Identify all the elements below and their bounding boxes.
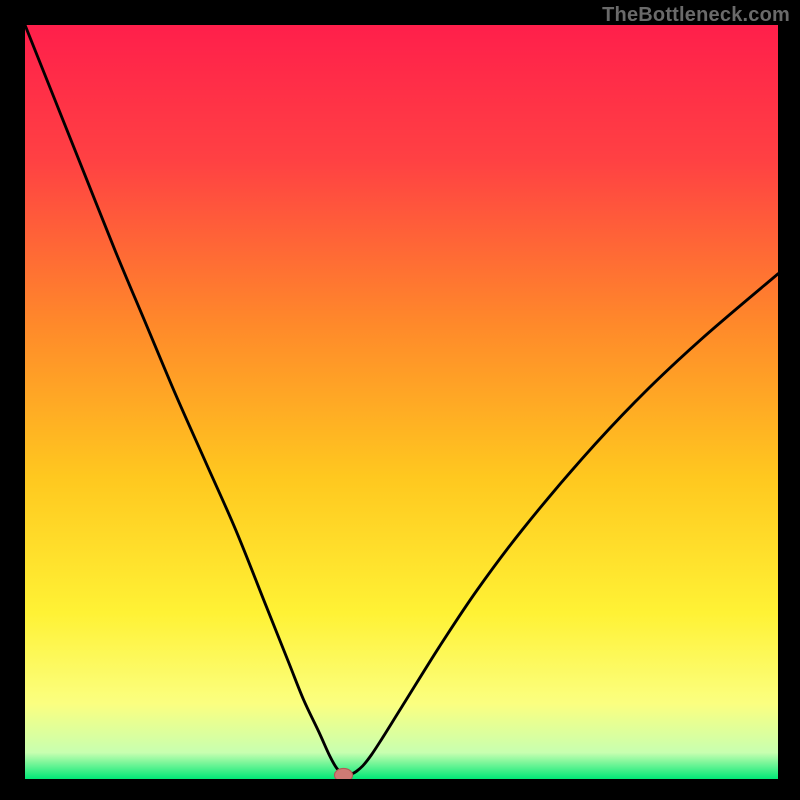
optimal-point-marker (334, 768, 352, 779)
watermark-text: TheBottleneck.com (602, 4, 790, 27)
gradient-background (25, 25, 778, 779)
plot-area (25, 25, 778, 779)
chart-frame: TheBottleneck.com (0, 0, 800, 800)
bottleneck-chart (25, 25, 778, 779)
